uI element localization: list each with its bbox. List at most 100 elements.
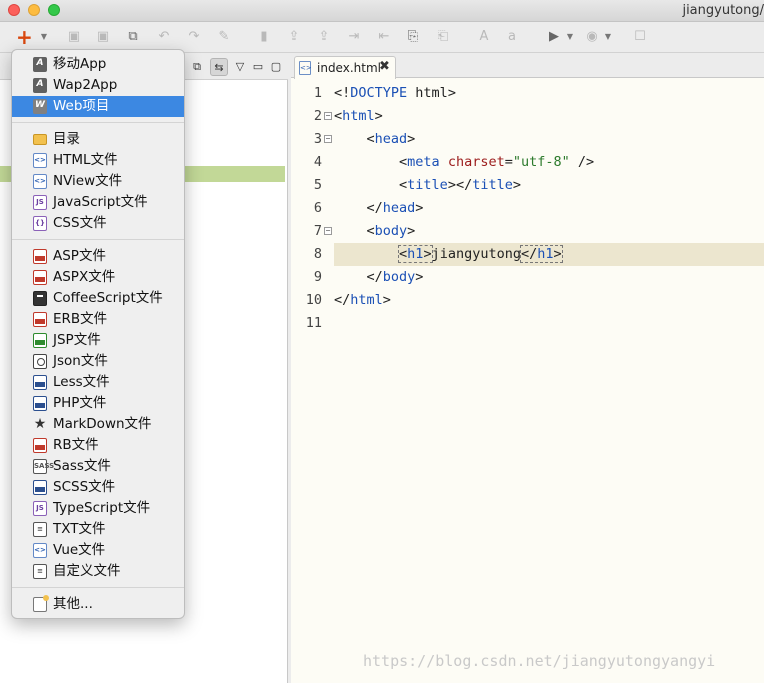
menu-item-label: Less文件	[53, 374, 110, 390]
minimize-window-button[interactable]	[28, 4, 40, 16]
menu-item-label: Json文件	[53, 353, 108, 369]
code-line[interactable]: 7− <body>	[291, 220, 764, 243]
matched-tag: </h1>	[519, 245, 563, 263]
plus-icon[interactable]: +	[16, 27, 33, 47]
code-token: html	[350, 292, 383, 308]
menu-item[interactable]: 目录	[12, 129, 184, 150]
close-icon[interactable]: ✖	[379, 59, 390, 74]
code-token: >	[415, 200, 424, 216]
run-icon[interactable]: ▶	[546, 29, 562, 45]
code-line[interactable]: 6 </head>	[291, 197, 764, 220]
code-token: </	[366, 200, 383, 216]
undo-icon[interactable]: ↶	[156, 29, 172, 45]
unpin-icon[interactable]: ⇤	[376, 29, 392, 45]
minimize-panel-icon[interactable]: ▭	[249, 58, 267, 76]
doc-gray-file-icon: ≡	[33, 564, 47, 579]
doc-navy-file-icon	[33, 375, 47, 390]
menu-item[interactable]: RB文件	[12, 435, 184, 456]
menu-item[interactable]: ERB文件	[12, 309, 184, 330]
redo-icon[interactable]: ↷	[186, 29, 202, 45]
code-text: <body>	[334, 220, 416, 243]
browser-menu-chevron-icon[interactable]: ▼	[604, 29, 612, 45]
menu-item[interactable]: A 移动App	[12, 54, 184, 75]
line-number: 3	[313, 131, 322, 147]
line-number: 11	[305, 315, 322, 331]
save-all-icon[interactable]: ▣	[95, 29, 111, 45]
menu-item[interactable]: Less文件	[12, 372, 184, 393]
code-line[interactable]: 9 </body>	[291, 266, 764, 289]
window-icon[interactable]: ⎗	[435, 29, 451, 45]
copy-icon[interactable]: ⧉	[125, 29, 141, 45]
run-menu-chevron-icon[interactable]: ▼	[566, 29, 574, 45]
window-title: jiangyutong/	[682, 3, 764, 18]
collapse-all-icon[interactable]: ⧉	[188, 58, 206, 76]
menu-item[interactable]: <> NView文件	[12, 171, 184, 192]
menu-item-label: 其他...	[53, 596, 93, 612]
code-token: ></	[447, 177, 473, 193]
menu-separator	[12, 587, 184, 588]
menu-item[interactable]: {} CSS文件	[12, 213, 184, 234]
code-line[interactable]: 11	[291, 312, 764, 335]
menu-item[interactable]: Json文件	[12, 351, 184, 372]
code-line[interactable]: 2− <html>	[291, 105, 764, 128]
code-line[interactable]: 5 <title></title>	[291, 174, 764, 197]
doc-gray-file-icon: SASS	[33, 459, 54, 474]
link-editor-icon[interactable]: ⇆	[210, 58, 228, 76]
menu-item[interactable]: JS JavaScript文件	[12, 192, 184, 213]
save-icon[interactable]: ▣	[66, 29, 82, 45]
menu-item-label: 目录	[53, 131, 80, 147]
code-line[interactable]: 1 <!DOCTYPE html>	[291, 82, 764, 105]
format-icon[interactable]: ✎	[216, 29, 232, 45]
import-icon[interactable]: ⇪	[286, 29, 302, 45]
code-token: >	[382, 292, 391, 308]
bookmark-icon[interactable]: ▮	[256, 29, 272, 45]
menu-item[interactable]: JS TypeScript文件	[12, 498, 184, 519]
menu-item[interactable]: ≡ 自定义文件	[12, 561, 184, 582]
menu-item[interactable]: <> HTML文件	[12, 150, 184, 171]
app-file-icon: A	[33, 57, 47, 72]
line-number: 4	[313, 154, 322, 170]
view-menu-chevron-icon[interactable]: ▽	[231, 58, 249, 76]
menu-item[interactable]: CoffeeScript文件	[12, 288, 184, 309]
menu-item[interactable]: PHP文件	[12, 393, 184, 414]
menu-item[interactable]: ASP文件	[12, 246, 184, 267]
code-line[interactable]: 8 <h1>jiangyutong</h1>	[291, 243, 764, 266]
code-line[interactable]: 3− <head>	[291, 128, 764, 151]
code-line[interactable]: 4 <meta charset="utf-8" />	[291, 151, 764, 174]
code-line[interactable]: 10 </html>	[291, 289, 764, 312]
line-number: 9	[313, 269, 322, 285]
menu-item[interactable]: ASPX文件	[12, 267, 184, 288]
pin-icon[interactable]: ⇥	[346, 29, 362, 45]
new-file-dropdown-menu: A 移动App A Wap2App W Web项目 目录 <> HTML文件 <> NView文件 J…	[11, 49, 185, 619]
tab-index-html[interactable]: <> index.html ✖	[294, 56, 396, 79]
menu-item[interactable]: SCSS文件	[12, 477, 184, 498]
menu-separator	[12, 122, 184, 123]
code-area[interactable]: 1 <!DOCTYPE html> 2− <html> 3− <head> 4 <meta…	[291, 78, 764, 683]
fold-toggle-icon[interactable]: −	[324, 135, 332, 143]
font-smaller-icon[interactable]: a	[504, 29, 520, 45]
comment-icon[interactable]: ☐	[632, 29, 648, 45]
fold-toggle-icon[interactable]: −	[324, 112, 332, 120]
font-larger-icon[interactable]: A	[476, 29, 492, 45]
menu-item[interactable]: ★ MarkDown文件	[12, 414, 184, 435]
tab-label: index.html	[317, 61, 381, 75]
menu-item[interactable]: SASS Sass文件	[12, 456, 184, 477]
fold-toggle-icon[interactable]: −	[324, 227, 332, 235]
maximize-panel-icon[interactable]: ▢	[267, 58, 285, 76]
chevron-down-icon[interactable]: ▼	[40, 29, 48, 45]
zoom-window-button[interactable]	[48, 4, 60, 16]
export-icon[interactable]: ⇪	[316, 29, 332, 45]
doc-purple-file-icon: JS	[33, 501, 47, 516]
close-window-button[interactable]	[8, 4, 20, 16]
menu-item[interactable]: ≡ TXT文件	[12, 519, 184, 540]
menu-item[interactable]: 其他...	[12, 594, 184, 615]
menu-item[interactable]: A Wap2App	[12, 75, 184, 96]
line-number: 2	[313, 108, 322, 124]
menu-item[interactable]: JSP文件	[12, 330, 184, 351]
menu-item[interactable]: <> Vue文件	[12, 540, 184, 561]
browser-icon[interactable]: ◉	[584, 29, 600, 45]
code-token: DOCTYPE	[350, 85, 408, 101]
terminal-icon[interactable]: ⎘	[405, 29, 421, 45]
menu-item[interactable]: W Web项目	[12, 96, 184, 117]
